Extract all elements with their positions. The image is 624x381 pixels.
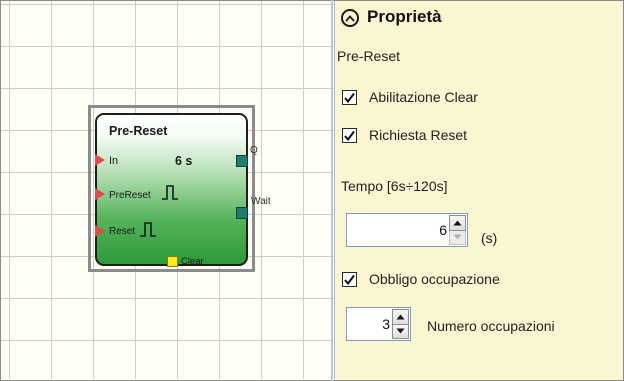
q-output-port[interactable] (236, 155, 248, 167)
block-time: 6 s (175, 154, 193, 168)
reset-port-label: Reset (109, 226, 136, 237)
spin-up-icon (453, 220, 462, 226)
diagram-canvas[interactable]: Pre-Reset In 6 s PreReset Reset Clear Q … (1, 1, 335, 379)
occupation-count-label: Numero occupazioni (427, 318, 555, 334)
canvas-divider (331, 0, 333, 381)
occupation-count-spinner[interactable]: 3 (346, 307, 411, 341)
clear-label: Clear (181, 256, 204, 267)
in-port-label: In (109, 155, 119, 167)
occupation-count-value[interactable]: 3 (382, 316, 390, 332)
reset-request-label: Richiesta Reset (369, 127, 468, 143)
q-output-label: Q (250, 145, 258, 156)
pre-reset-block[interactable]: Pre-Reset In 6 s PreReset Reset Clear (95, 113, 248, 267)
clear-port[interactable] (167, 256, 178, 267)
spin-up-icon (396, 314, 405, 320)
reset-port-icon[interactable] (95, 225, 105, 237)
time-spin-up-button[interactable] (449, 215, 466, 231)
checkmark-icon (344, 130, 355, 142)
occupation-spin-down-button[interactable] (392, 324, 409, 339)
time-spin-down-button[interactable] (449, 230, 466, 245)
prereset-port-label: PreReset (109, 190, 151, 201)
time-value[interactable]: 6 (439, 222, 447, 238)
time-spinner[interactable]: 6 (346, 213, 468, 247)
block-title: Pre-Reset (109, 124, 168, 138)
in-port-icon[interactable] (95, 154, 105, 166)
occupation-spin-up-button[interactable] (392, 309, 409, 325)
panel-title: Proprietà (367, 7, 442, 26)
enable-clear-checkbox[interactable] (342, 90, 357, 105)
wait-output-label: Wait (251, 196, 271, 207)
chevron-up-icon (345, 14, 355, 22)
occupation-required-label: Obbligo occupazione (369, 271, 500, 287)
time-label: Tempo [6s÷120s] (341, 178, 448, 194)
time-unit: (s) (481, 230, 498, 246)
spin-down-icon (453, 234, 462, 240)
reset-request-checkbox[interactable] (342, 128, 357, 143)
occupation-required-checkbox[interactable] (342, 272, 357, 287)
prereset-port-icon[interactable] (95, 188, 105, 200)
enable-clear-label: Abilitazione Clear (369, 89, 478, 105)
panel-subtitle: Pre-Reset (337, 48, 401, 64)
properties-panel: Proprietà Pre-Reset Abilitazione Clear R… (335, 1, 623, 380)
pulse-icon (162, 185, 178, 200)
wait-output-port[interactable] (236, 207, 248, 219)
checkmark-icon (344, 274, 355, 286)
checkmark-icon (344, 92, 355, 104)
spin-down-icon (396, 328, 405, 334)
collapse-up-icon[interactable] (341, 9, 359, 27)
pulse-icon (140, 222, 156, 237)
